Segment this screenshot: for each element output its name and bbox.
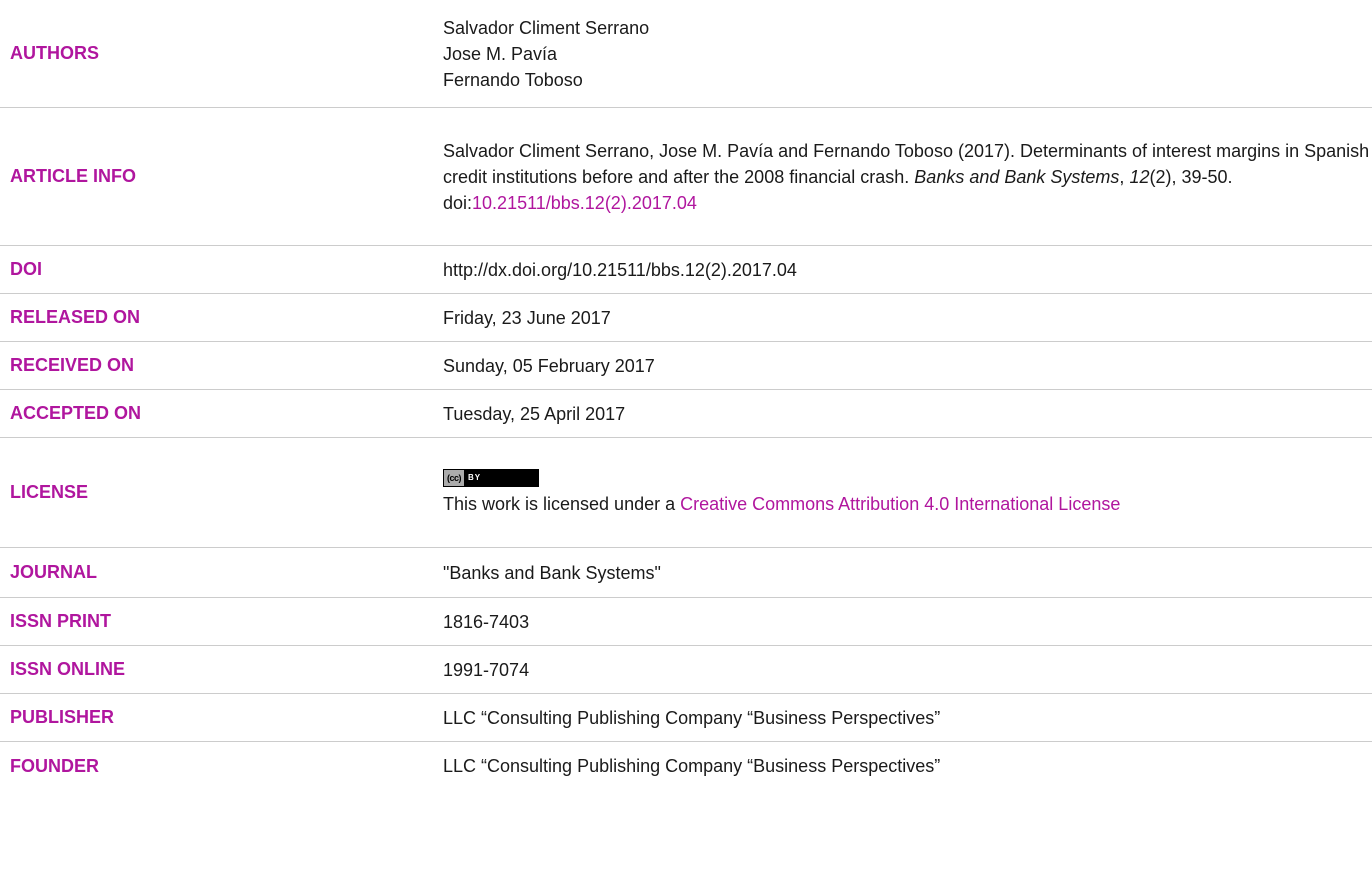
row-issn-print: ISSN PRINT 1816-7403: [0, 598, 1372, 646]
author-name: Jose M. Pavía: [443, 43, 558, 64]
author-name: Salvador Climent Serrano: [443, 17, 650, 38]
citation-issue-pages: (2), 39-50.: [1149, 166, 1233, 187]
authors-list: Salvador Climent Serrano Jose M. Pavía F…: [443, 9, 1372, 99]
founder-value: LLC “Consulting Publishing Company “Busi…: [443, 756, 941, 776]
publisher-value: LLC “Consulting Publishing Company “Busi…: [443, 707, 941, 728]
founder-label: FOUNDER: [10, 755, 99, 776]
license-link[interactable]: Creative Commons Attribution 4.0 Interna…: [680, 494, 1120, 514]
row-issn-online: ISSN ONLINE 1991-7074: [0, 646, 1372, 694]
accepted-on-label: ACCEPTED ON: [10, 403, 142, 423]
cc-badge-by: BY: [464, 470, 539, 486]
received-on-label: RECEIVED ON: [10, 355, 135, 375]
citation-journal: Banks and Bank Systems: [914, 166, 1120, 187]
issn-print-label: ISSN PRINT: [10, 611, 112, 631]
author-name: Fernando Toboso: [443, 69, 583, 90]
doi-value: http://dx.doi.org/10.21511/bbs.12(2).201…: [443, 259, 797, 280]
authors-label: AUTHORS: [10, 43, 99, 63]
released-on-value: Friday, 23 June 2017: [443, 307, 611, 328]
row-founder: FOUNDER LLC “Consulting Publishing Compa…: [0, 742, 1372, 790]
license-text: This work is licensed under a: [443, 494, 681, 514]
article-info-table: AUTHORS Salvador Climent Serrano Jose M.…: [0, 0, 1372, 790]
journal-label: JOURNAL: [10, 562, 98, 582]
cc-by-badge-icon[interactable]: (cc) BY: [443, 469, 540, 487]
row-publisher: PUBLISHER LLC “Consulting Publishing Com…: [0, 694, 1372, 742]
received-on-value: Sunday, 05 February 2017: [443, 355, 655, 376]
article-citation: Salvador Climent Serrano, Jose M. Pavía …: [443, 132, 1372, 222]
row-doi: DOI http://dx.doi.org/10.21511/bbs.12(2)…: [0, 246, 1372, 294]
article-info-label: ARTICLE INFO: [10, 166, 136, 186]
row-accepted-on: ACCEPTED ON Tuesday, 25 April 2017: [0, 390, 1372, 438]
row-released-on: RELEASED ON Friday, 23 June 2017: [0, 294, 1372, 342]
row-article-info: ARTICLE INFO Salvador Climent Serrano, J…: [0, 108, 1372, 246]
journal-value: "Banks and Bank Systems": [443, 562, 661, 583]
row-journal: JOURNAL "Banks and Bank Systems": [0, 548, 1372, 598]
issn-online-label: ISSN ONLINE: [10, 659, 126, 679]
accepted-on-value: Tuesday, 25 April 2017: [443, 403, 626, 424]
citation-volume: 12: [1129, 166, 1150, 187]
cc-badge-cc: (cc): [444, 470, 465, 486]
row-authors: AUTHORS Salvador Climent Serrano Jose M.…: [0, 0, 1372, 108]
citation-comma: ,: [1119, 166, 1125, 187]
citation-doi-link[interactable]: 10.21511/bbs.12(2).2017.04: [472, 193, 697, 213]
issn-print-value: 1816-7403: [443, 611, 530, 632]
row-received-on: RECEIVED ON Sunday, 05 February 2017: [0, 342, 1372, 390]
row-license: LICENSE (cc) BY This work is licensed un…: [0, 438, 1372, 548]
released-on-label: RELEASED ON: [10, 307, 141, 327]
license-value: (cc) BY This work is licensed under a Cr…: [443, 462, 1372, 523]
issn-online-value: 1991-7074: [443, 659, 530, 680]
doi-label: DOI: [10, 259, 43, 279]
citation-doi-prefix: doi:: [443, 192, 473, 213]
publisher-label: PUBLISHER: [10, 707, 115, 727]
license-label: LICENSE: [10, 482, 89, 502]
